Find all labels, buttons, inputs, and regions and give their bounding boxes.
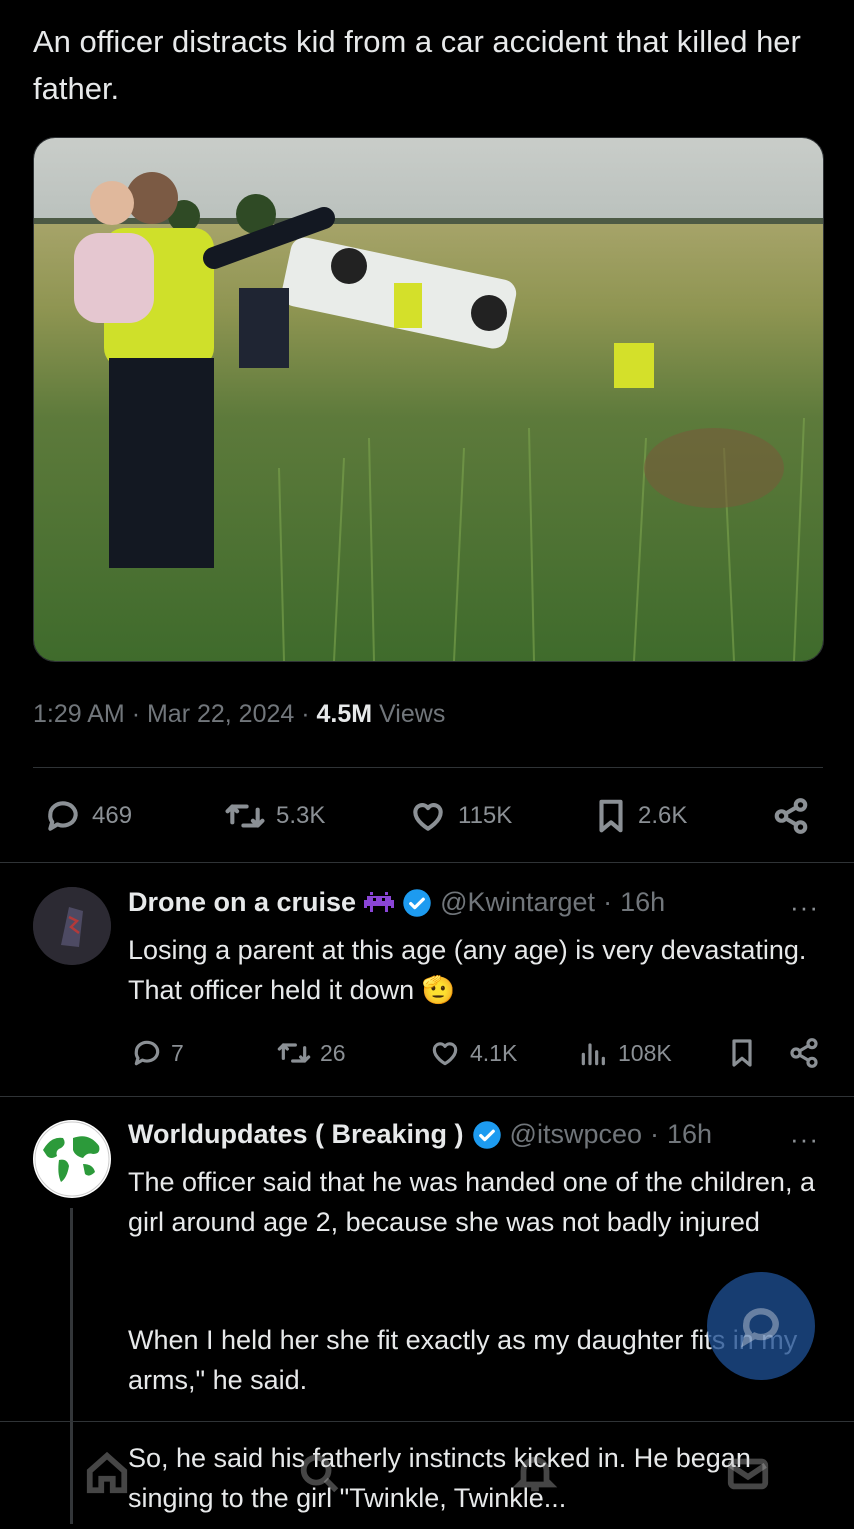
tweet-photo[interactable]: [33, 137, 824, 662]
chat-bubble-icon: [741, 1308, 779, 1348]
notifications-tab[interactable]: [512, 1450, 558, 1501]
display-name[interactable]: Drone on a cruise: [128, 887, 356, 918]
search-tab[interactable]: [296, 1450, 342, 1501]
share-button[interactable]: [772, 797, 810, 835]
more-options-button[interactable]: ···: [790, 1124, 819, 1155]
avatar[interactable]: [33, 1120, 111, 1198]
reply-header: Worldupdates ( Breaking ) @itswpceo · 16…: [128, 1119, 712, 1150]
like-count: 115K: [458, 802, 513, 829]
repost-button[interactable]: 5.3K: [224, 797, 325, 835]
more-options-button[interactable]: ···: [790, 892, 819, 923]
avatar-image: [33, 887, 111, 965]
handle[interactable]: @Kwintarget: [440, 887, 595, 918]
share-button[interactable]: [788, 1037, 820, 1069]
reply-paragraph: The officer said that he was handed one …: [128, 1167, 815, 1237]
bottom-nav-divider: [0, 1421, 854, 1422]
verified-badge-icon: [472, 1120, 501, 1149]
divider: [0, 1096, 854, 1097]
bell-icon: [512, 1456, 558, 1492]
heart-icon: [413, 803, 443, 831]
views-button[interactable]: 108K: [578, 1037, 672, 1069]
like-button[interactable]: 4.1K: [428, 1037, 517, 1069]
like-button[interactable]: 115K: [408, 797, 512, 835]
reply-text: Losing a parent at this age (any age) is…: [128, 930, 808, 1010]
tweet-timestamp[interactable]: 1:29 AM · Mar 22, 2024 · 4.5M Views: [33, 700, 445, 729]
reply-paragraph: So, he said his fatherly instincts kicke…: [128, 1443, 751, 1513]
divider: [33, 767, 823, 768]
bookmark-count: 2.6K: [638, 802, 688, 829]
post-age: 16h: [667, 1119, 713, 1149]
heart-icon: [432, 1042, 458, 1066]
space-invader-icon: [364, 891, 395, 912]
time: 1:29 AM: [33, 700, 125, 728]
bookmark-icon: [732, 1039, 752, 1067]
thread-line: [70, 1208, 73, 1524]
tweet-text: An officer distracts kid from a car acci…: [33, 24, 801, 106]
reply-count: 469: [92, 802, 133, 829]
reply-button[interactable]: 469: [44, 797, 132, 835]
repost-count: 5.3K: [276, 802, 326, 829]
photo-scene: [34, 138, 823, 661]
globe-logo: [34, 1121, 110, 1197]
compose-reply-button[interactable]: [707, 1272, 815, 1380]
repost-icon: [277, 1043, 311, 1063]
share-icon: [774, 798, 808, 834]
separator: ·: [131, 700, 141, 728]
separator: ·: [603, 887, 613, 917]
repost-icon: [225, 804, 265, 828]
mail-icon: [727, 1458, 769, 1490]
search-icon: [300, 1454, 339, 1493]
post-age: 16h: [620, 887, 666, 917]
separator: ·: [301, 700, 310, 728]
messages-tab[interactable]: [724, 1450, 772, 1501]
divider: [0, 862, 854, 863]
verified-badge-icon: [403, 888, 431, 917]
date: Mar 22, 2024: [146, 700, 295, 728]
display-name[interactable]: Worldupdates ( Breaking ): [128, 1119, 464, 1150]
reply-header: Drone on a cruise @Kwintarget · 16h: [128, 887, 665, 918]
share-icon: [790, 1038, 818, 1068]
views-count: 4.5M: [316, 700, 373, 728]
bookmark-icon: [599, 799, 623, 833]
separator: ·: [650, 1119, 660, 1149]
reply-icon: [134, 1040, 160, 1066]
handle[interactable]: @itswpceo: [510, 1119, 642, 1150]
bookmark-button[interactable]: [728, 1037, 756, 1069]
reply-icon: [48, 801, 78, 831]
home-tab[interactable]: [84, 1450, 130, 1501]
views-count: 108K: [618, 1039, 672, 1066]
avatar[interactable]: [33, 887, 111, 965]
like-count: 4.1K: [470, 1039, 518, 1066]
salute-emoji: 🫡: [421, 975, 456, 1005]
home-icon: [86, 1451, 128, 1494]
analytics-icon: [581, 1043, 605, 1066]
reply-button[interactable]: 7: [131, 1037, 184, 1069]
repost-count: 26: [320, 1039, 346, 1066]
reply-text-content: Losing a parent at this age (any age) is…: [128, 935, 807, 1005]
repost-button[interactable]: 26: [276, 1037, 346, 1069]
views-label: Views: [379, 700, 446, 728]
reply-count: 7: [171, 1039, 184, 1066]
bookmark-button[interactable]: 2.6K: [594, 797, 687, 835]
